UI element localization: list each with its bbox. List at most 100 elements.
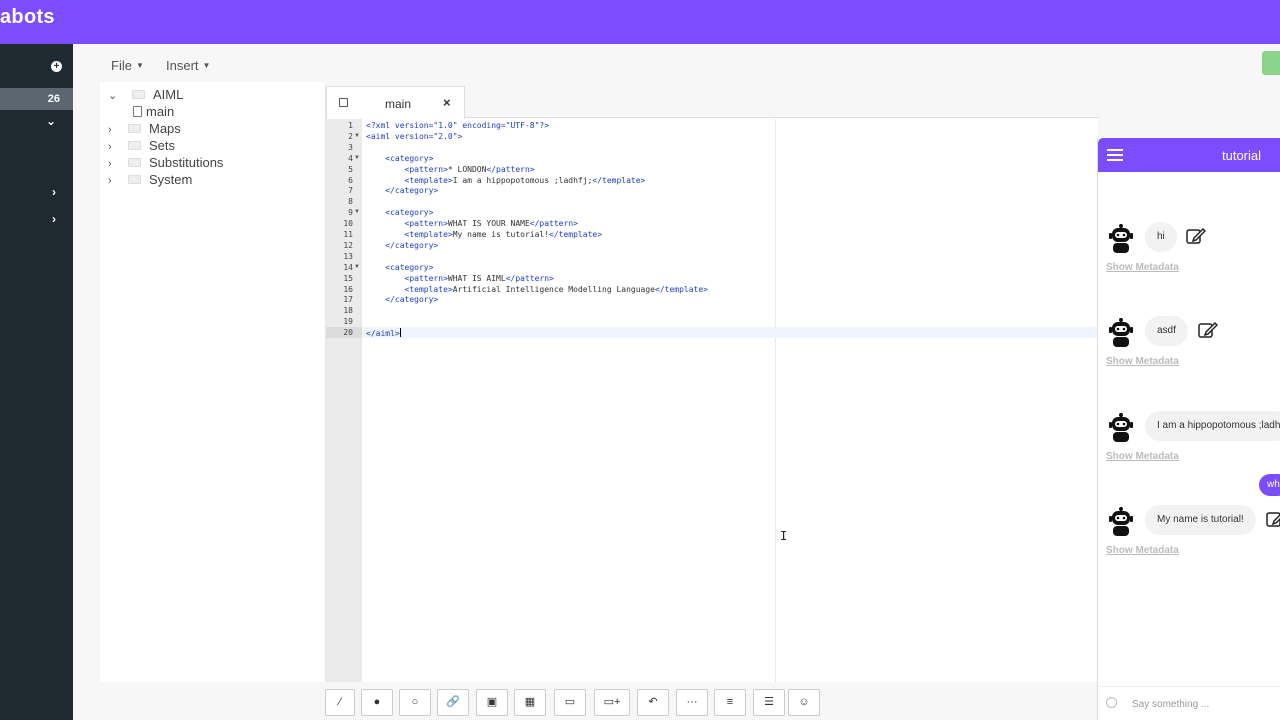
chevron-right-icon[interactable]: › (108, 175, 122, 187)
fold-toggle-icon[interactable]: ▼ (354, 264, 360, 270)
code-line: <pattern>* LONDON</pattern> (404, 164, 535, 174)
emoji-icon[interactable] (1106, 697, 1117, 708)
chevron-right-icon[interactable]: › (52, 185, 56, 199)
code-line: </category> (385, 186, 439, 196)
line-number: 8 (348, 197, 353, 207)
tree-folder-aiml[interactable]: ⌄ AIML (108, 87, 183, 102)
close-icon[interactable]: × (443, 95, 451, 110)
code-line: <template>I am a hippopotomous ;ladhfj;<… (404, 175, 646, 185)
chevron-down-icon[interactable]: ⌄ (46, 114, 56, 128)
bot-message: My name is tutorial! (1145, 505, 1256, 535)
chevron-right-icon[interactable]: › (108, 141, 122, 153)
line-number: 3 (348, 142, 353, 152)
brand-logo[interactable]: abots (0, 6, 55, 29)
bot-message: I am a hippopotomous ;ladh (1145, 411, 1280, 441)
ordered-list-icon[interactable]: ≡ (714, 689, 746, 716)
show-metadata-link[interactable]: Show Metadata (1106, 262, 1179, 273)
edit-icon[interactable] (1266, 510, 1280, 528)
insert-menu[interactable]: Insert ▼ (166, 58, 210, 73)
film-icon[interactable]: ▦ (514, 689, 546, 716)
bot-message: hi (1145, 222, 1177, 252)
tree-folder-sets[interactable]: › Sets (108, 138, 175, 153)
code-area[interactable]: <?xml version="1.0" encoding="UTF-8"?> <a… (362, 119, 1099, 682)
image-icon[interactable]: ▣ (476, 689, 508, 716)
fold-toggle-icon[interactable]: ▼ (354, 155, 360, 161)
bottom-toolbar: ⁄ ● ○ 🔗 ▣ ▦ ▭ ▭+ ↶ ··· ≡ ☰ ☺ (325, 686, 1098, 720)
chat-input[interactable] (1132, 695, 1272, 713)
link-icon[interactable]: 🔗 (437, 689, 469, 716)
cloud-button[interactable] (1262, 51, 1280, 75)
tree-label: System (149, 172, 193, 187)
folder-icon (128, 141, 141, 150)
bot-avatar-icon (1109, 413, 1133, 443)
save-icon[interactable] (339, 98, 348, 107)
file-menu-label: File (111, 58, 132, 73)
line-number: 2 (348, 131, 353, 141)
show-metadata-link[interactable]: Show Metadata (1106, 451, 1179, 462)
tree-label: AIML (153, 87, 184, 102)
line-number: 20 (343, 328, 353, 338)
chevron-right-icon[interactable]: › (108, 124, 122, 136)
card-add-icon[interactable]: ▭+ (594, 689, 630, 716)
fold-toggle-icon[interactable]: ▼ (354, 133, 360, 139)
active-line (362, 327, 1099, 339)
unordered-list-icon[interactable]: ☰ (753, 689, 785, 716)
tree-label: main (146, 104, 175, 119)
code-line: <template>Artificial Intelligence Modell… (404, 284, 708, 294)
code-line: <pattern>WHAT IS YOUR NAME</pattern> (404, 219, 578, 229)
bot-message: asdf (1145, 316, 1188, 346)
empty-circle-icon[interactable]: ○ (399, 689, 431, 716)
edit-icon[interactable] (1198, 321, 1219, 339)
line-number: 19 (343, 317, 353, 327)
chat-title: tutorial (1222, 148, 1262, 163)
line-number: 17 (343, 295, 353, 305)
bot-avatar-icon (1109, 224, 1133, 254)
code-line: <aiml version="2.0"> (366, 131, 463, 141)
list-icon[interactable] (1107, 149, 1123, 161)
tab-label: main (385, 97, 412, 111)
tree-folder-maps[interactable]: › Maps (108, 121, 181, 136)
chevron-down-icon[interactable]: ⌄ (108, 89, 122, 102)
line-number: 18 (343, 306, 353, 316)
code-editor: main × 1 2 ▼ 3 4 ▼ 5 6 7 8 9 ▼ 10 11 12 13 14 ▼ 15 16 17 18 19… (325, 86, 1099, 682)
folder-icon (132, 90, 145, 99)
show-metadata-link[interactable]: Show Metadata (1106, 545, 1179, 556)
code-line: <?xml version="1.0" encoding="UTF-8"?> (366, 121, 550, 130)
code-line: <category> (385, 208, 434, 218)
chat-header: tutorial (1098, 138, 1280, 172)
line-number: 14 (343, 262, 353, 272)
top-bar: abots (0, 0, 1280, 44)
card-icon[interactable]: ▭ (554, 689, 586, 716)
file-menu[interactable]: File ▼ (111, 58, 144, 73)
line-number: 4 (348, 153, 353, 163)
file-tree: ⌄ AIML main › Maps › Sets › Substitutions › S… (100, 82, 325, 682)
undo-icon[interactable]: ↶ (637, 689, 669, 716)
tree-file-main[interactable]: main (133, 104, 174, 119)
tree-folder-system[interactable]: › System (108, 172, 192, 187)
edit-icon[interactable] (1186, 227, 1207, 245)
show-metadata-link[interactable]: Show Metadata (1106, 356, 1179, 367)
fold-toggle-icon[interactable]: ▼ (354, 209, 360, 215)
bot-avatar-icon (1109, 507, 1133, 537)
caret-down-icon: ▼ (202, 61, 211, 70)
user-message: wh (1259, 474, 1280, 496)
magic-wand-icon[interactable]: ⁄ (325, 689, 355, 716)
bot-count-badge[interactable]: 26 (0, 88, 73, 110)
tab-main[interactable]: main × (326, 86, 465, 119)
add-icon[interactable]: + (51, 61, 62, 72)
bot-avatar-icon (1109, 318, 1133, 348)
tab-bar: main × (326, 86, 1099, 119)
line-number: 7 (348, 186, 353, 196)
line-number: 16 (343, 284, 353, 294)
chevron-right-icon[interactable]: › (108, 158, 122, 170)
print-margin (775, 119, 776, 682)
text-cursor-icon: I (780, 529, 788, 543)
code-line: </category> (385, 295, 439, 305)
line-number: 11 (343, 230, 353, 239)
filled-circle-icon[interactable]: ● (361, 689, 393, 716)
line-number-gutter: 1 2 ▼ 3 4 ▼ 5 6 7 8 9 ▼ 10 11 12 13 14 ▼ 15 16 17 18 19 20 (326, 119, 362, 682)
tree-folder-substitutions[interactable]: › Substitutions (108, 155, 223, 170)
ellipsis-icon[interactable]: ··· (676, 689, 708, 716)
chevron-right-icon[interactable]: › (52, 212, 56, 226)
smiley-icon[interactable]: ☺ (788, 689, 820, 716)
